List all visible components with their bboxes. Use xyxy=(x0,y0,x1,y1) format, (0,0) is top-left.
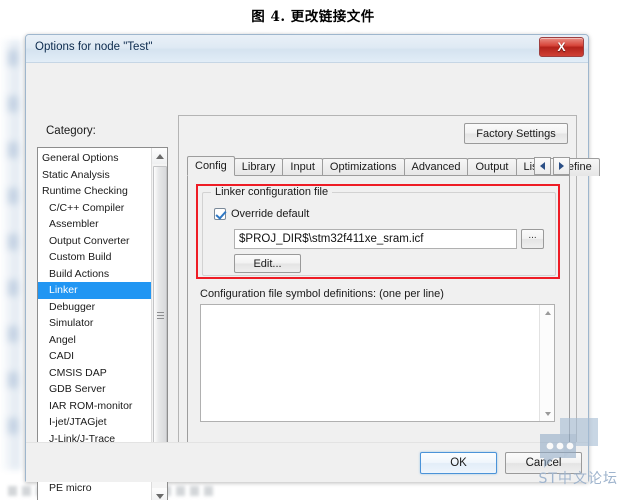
checkbox-checked-icon[interactable] xyxy=(214,208,226,220)
category-item[interactable]: Debugger xyxy=(38,299,151,316)
browse-button[interactable]: ... xyxy=(521,229,544,249)
linker-config-groupbox: Linker configuration file Override defau… xyxy=(202,186,556,276)
factory-settings-button[interactable]: Factory Settings xyxy=(464,123,568,144)
category-label: Category: xyxy=(46,125,96,137)
symbol-definitions-label: Configuration file symbol definitions: (… xyxy=(200,288,444,300)
category-item[interactable]: Custom Build xyxy=(38,249,151,266)
category-item[interactable]: C/C++ Compiler xyxy=(38,200,151,217)
tab-scroll-arrows xyxy=(534,157,570,175)
category-item[interactable]: I-jet/JTAGjet xyxy=(38,414,151,431)
tab-library[interactable]: Library xyxy=(233,158,284,176)
dialog-titlebar: Options for node "Test" X xyxy=(26,35,588,63)
figure-caption: 图 4. 更改链接文件 xyxy=(251,9,375,25)
scroll-up-arrow-icon[interactable] xyxy=(152,148,167,164)
close-button[interactable]: X xyxy=(539,37,584,57)
symdef-scroll-up-arrow-icon[interactable] xyxy=(540,305,554,320)
category-item[interactable]: IAR ROM-monitor xyxy=(38,398,151,415)
chevron-left-icon[interactable] xyxy=(534,157,551,175)
override-default-label: Override default xyxy=(231,208,310,220)
config-tab-panel: Linker configuration file Override defau… xyxy=(187,175,570,465)
category-item[interactable]: Static Analysis xyxy=(38,167,151,184)
ok-button[interactable]: OK xyxy=(420,452,497,474)
config-file-row: $PROJ_DIR$\stm32f411xe_sram.icf ... xyxy=(234,229,544,249)
red-highlight-annotation: Linker configuration file Override defau… xyxy=(196,184,560,279)
tab-strip: Config Library Input Optimizations Advanced O… xyxy=(187,156,600,176)
dialog-title: Options for node "Test" xyxy=(35,41,153,53)
dialog-footer: OK Cancel xyxy=(26,442,588,482)
symbol-definitions-textarea[interactable] xyxy=(200,304,555,422)
scrollbar-grip-icon xyxy=(157,312,164,320)
scroll-down-arrow-icon[interactable] xyxy=(152,488,167,500)
edit-button[interactable]: Edit... xyxy=(234,254,301,273)
cancel-button[interactable]: Cancel xyxy=(505,452,582,474)
screenshot-root: 图 4. 更改链接文件 Options for node "Test" X Ca… xyxy=(0,0,626,500)
options-dialog: Options for node "Test" X Category: Gene… xyxy=(25,34,600,500)
groupbox-title: Linker configuration file xyxy=(211,186,333,198)
category-item[interactable]: Build Actions xyxy=(38,266,151,283)
category-item[interactable]: Simulator xyxy=(38,315,151,332)
tab-optimizations[interactable]: Optimizations xyxy=(321,158,405,176)
category-item[interactable]: GDB Server xyxy=(38,381,151,398)
tab-input[interactable]: Input xyxy=(282,158,323,176)
category-item[interactable]: CMSIS DAP xyxy=(38,365,151,382)
category-item[interactable]: RDI xyxy=(38,497,151,500)
tab-config[interactable]: Config xyxy=(187,156,235,176)
category-item[interactable]: General Options xyxy=(38,150,151,167)
category-item[interactable]: PE micro xyxy=(38,480,151,497)
symbol-definitions-scrollbar[interactable] xyxy=(539,305,554,421)
category-item[interactable]: Runtime Checking xyxy=(38,183,151,200)
tab-output[interactable]: Output xyxy=(467,158,517,176)
category-item[interactable]: Assembler xyxy=(38,216,151,233)
scrollbar-thumb[interactable] xyxy=(153,166,167,466)
dialog-body: Category: General Options Static Analysis… xyxy=(26,63,600,500)
override-default-checkbox-row[interactable]: Override default xyxy=(214,208,309,220)
config-file-input[interactable]: $PROJ_DIR$\stm32f411xe_sram.icf xyxy=(234,229,517,249)
background-blur-left xyxy=(0,40,26,470)
tab-advanced[interactable]: Advanced xyxy=(403,158,469,176)
chevron-right-icon[interactable] xyxy=(553,157,570,175)
category-item[interactable]: Angel xyxy=(38,332,151,349)
category-item[interactable]: Output Converter xyxy=(38,233,151,250)
category-item[interactable]: Linker xyxy=(38,282,151,299)
category-item[interactable]: CADI xyxy=(38,348,151,365)
settings-panel: Factory Settings Config Library Input Optim… xyxy=(178,115,600,472)
close-icon: X xyxy=(557,40,566,54)
symdef-scroll-down-arrow-icon[interactable] xyxy=(540,406,554,421)
